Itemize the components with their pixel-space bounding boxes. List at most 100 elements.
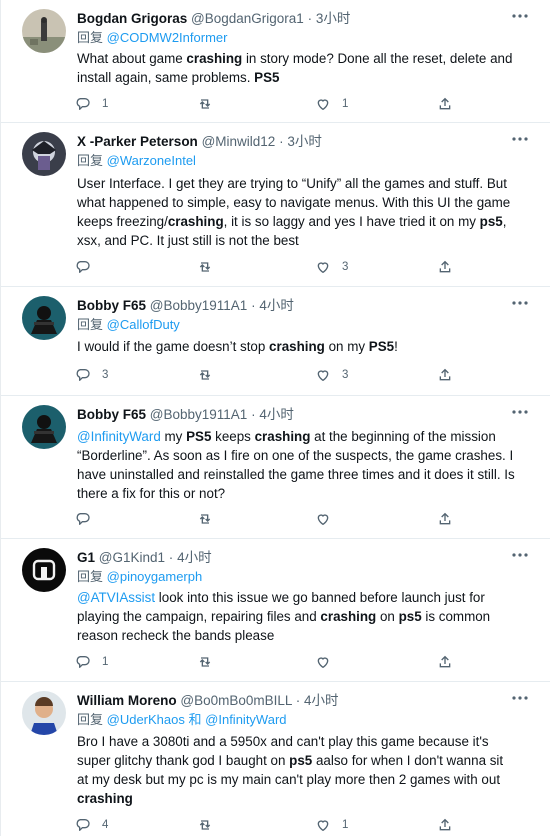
display-name[interactable]: X -Parker Peterson: [77, 134, 198, 149]
like-count: 3: [342, 261, 349, 273]
mention-link[interactable]: @CODMW2Informer: [107, 30, 228, 45]
tweet-text: @ATVIAssist look into this issue we go b…: [77, 590, 491, 643]
tweet-header: Bogdan Grigoras @BogdanGrigora1 · 3小时: [77, 11, 351, 26]
retweet-icon: [199, 514, 211, 524]
reply-count: 3: [102, 369, 109, 381]
more-options-icon[interactable]: [510, 547, 530, 563]
display-name[interactable]: Bogdan Grigoras: [77, 11, 187, 26]
share-icon: [439, 97, 451, 110]
timestamp[interactable]: 4小时: [177, 550, 212, 565]
like-button[interactable]: 1: [315, 815, 348, 835]
reply-button[interactable]: 4: [75, 815, 108, 835]
display-name[interactable]: G1: [77, 550, 95, 565]
like-button[interactable]: 3: [315, 257, 348, 277]
reply-button[interactable]: [75, 509, 102, 529]
tweet-header: Bobby F65 @Bobby1911A1 · 4小时: [77, 407, 294, 422]
timestamp[interactable]: 4小时: [259, 298, 294, 313]
reply-icon: [76, 369, 90, 381]
avatar[interactable]: [22, 548, 66, 592]
reply-count: 4: [102, 819, 109, 831]
like-button[interactable]: [315, 652, 342, 672]
tweet-item[interactable]: Bobby F65 @Bobby1911A1 · 4小时 回复 @CallofD…: [1, 287, 550, 396]
retweet-button[interactable]: [197, 365, 224, 385]
mention-link[interactable]: @pinoygamerph: [107, 569, 203, 584]
more-options-icon[interactable]: [510, 690, 530, 706]
user-handle[interactable]: @Bobby1911A1: [150, 407, 248, 422]
tweet-item[interactable]: Bogdan Grigoras @BogdanGrigora1 · 3小时 回复…: [1, 0, 550, 123]
tweet-actions: 3 3: [75, 365, 475, 385]
tweet-item[interactable]: Bobby F65 @Bobby1911A1 · 4小时 @InfinityWa…: [1, 396, 550, 539]
reply-context: 回复 @WarzoneIntel: [77, 153, 196, 168]
avatar[interactable]: [22, 296, 66, 340]
mention-link[interactable]: @InfinityWard: [205, 712, 286, 727]
retweet-button[interactable]: [197, 257, 224, 277]
timestamp[interactable]: 4小时: [304, 693, 339, 708]
reply-context: 回复 @CODMW2Informer: [77, 30, 228, 45]
share-button[interactable]: [437, 815, 453, 835]
share-button[interactable]: [437, 257, 453, 277]
retweet-icon: [199, 262, 211, 272]
more-options-icon[interactable]: [510, 131, 530, 147]
reply-icon: [76, 513, 90, 525]
share-button[interactable]: [437, 652, 453, 672]
avatar[interactable]: [22, 132, 66, 176]
reply-icon: [76, 98, 90, 110]
reply-count: 1: [102, 98, 109, 110]
mention-link[interactable]: @UderKhaos: [107, 712, 185, 727]
reply-button[interactable]: 1: [75, 94, 108, 114]
timestamp[interactable]: 4小时: [259, 407, 294, 422]
mention-link[interactable]: @InfinityWard: [77, 429, 161, 444]
avatar[interactable]: [22, 405, 66, 449]
more-options-icon[interactable]: [510, 404, 530, 420]
mention-link[interactable]: @ATVIAssist: [77, 590, 155, 605]
like-button[interactable]: 1: [315, 94, 348, 114]
user-handle[interactable]: @Minwild12: [202, 134, 276, 149]
retweet-button[interactable]: [197, 94, 224, 114]
user-handle[interactable]: @Bobby1911A1: [150, 298, 248, 313]
more-options-icon[interactable]: [510, 8, 530, 24]
share-button[interactable]: [437, 94, 453, 114]
retweet-button[interactable]: [197, 652, 224, 672]
timestamp[interactable]: 3小时: [287, 134, 322, 149]
tweet-actions: 3: [75, 257, 475, 277]
reply-button[interactable]: 1: [75, 652, 108, 672]
heart-icon: [317, 262, 329, 273]
like-count: 1: [342, 819, 349, 831]
timestamp[interactable]: 3小时: [316, 11, 351, 26]
display-name[interactable]: William Moreno: [77, 693, 177, 708]
avatar[interactable]: [22, 9, 66, 53]
heart-icon: [317, 657, 329, 668]
user-handle[interactable]: @BogdanGrigora1: [191, 11, 304, 26]
like-count: 3: [342, 369, 349, 381]
mention-link[interactable]: @WarzoneIntel: [107, 153, 196, 168]
share-button[interactable]: [437, 365, 453, 385]
share-icon: [439, 368, 451, 381]
tweet-item[interactable]: X -Parker Peterson @Minwild12 · 3小时 回复 @…: [1, 123, 550, 287]
share-icon: [439, 655, 451, 668]
reply-button[interactable]: [75, 257, 102, 277]
tweet-item[interactable]: William Moreno @Bo0mBo0mBILL · 4小时 回复 @U…: [1, 682, 550, 836]
avatar[interactable]: [22, 691, 66, 735]
user-handle[interactable]: @Bo0mBo0mBILL: [180, 693, 292, 708]
like-count: 1: [342, 98, 349, 110]
like-button[interactable]: [315, 509, 342, 529]
display-name[interactable]: Bobby F65: [77, 407, 146, 422]
reply-button[interactable]: 3: [75, 365, 108, 385]
retweet-icon: [199, 657, 211, 667]
retweet-button[interactable]: [197, 509, 224, 529]
share-icon: [439, 818, 451, 831]
more-options-icon[interactable]: [510, 295, 530, 311]
tweet-text: I would if the game doesn’t stop crashin…: [77, 339, 398, 354]
tweet-header: Bobby F65 @Bobby1911A1 · 4小时: [77, 298, 294, 313]
tweet-text: Bro I have a 3080ti and a 5950x and can'…: [77, 734, 504, 806]
display-name[interactable]: Bobby F65: [77, 298, 146, 313]
reply-context: 回复 @UderKhaos 和 @InfinityWard: [77, 712, 287, 727]
mention-link[interactable]: @CallofDuty: [107, 317, 180, 332]
heart-icon: [317, 820, 329, 831]
like-button[interactable]: 3: [315, 365, 348, 385]
user-handle[interactable]: @G1Kind1: [99, 550, 165, 565]
retweet-button[interactable]: [197, 815, 224, 835]
tweet-item[interactable]: G1 @G1Kind1 · 4小时 回复 @pinoygamerph @ATVI…: [1, 539, 550, 682]
share-button[interactable]: [437, 509, 453, 529]
reply-icon: [76, 261, 90, 273]
